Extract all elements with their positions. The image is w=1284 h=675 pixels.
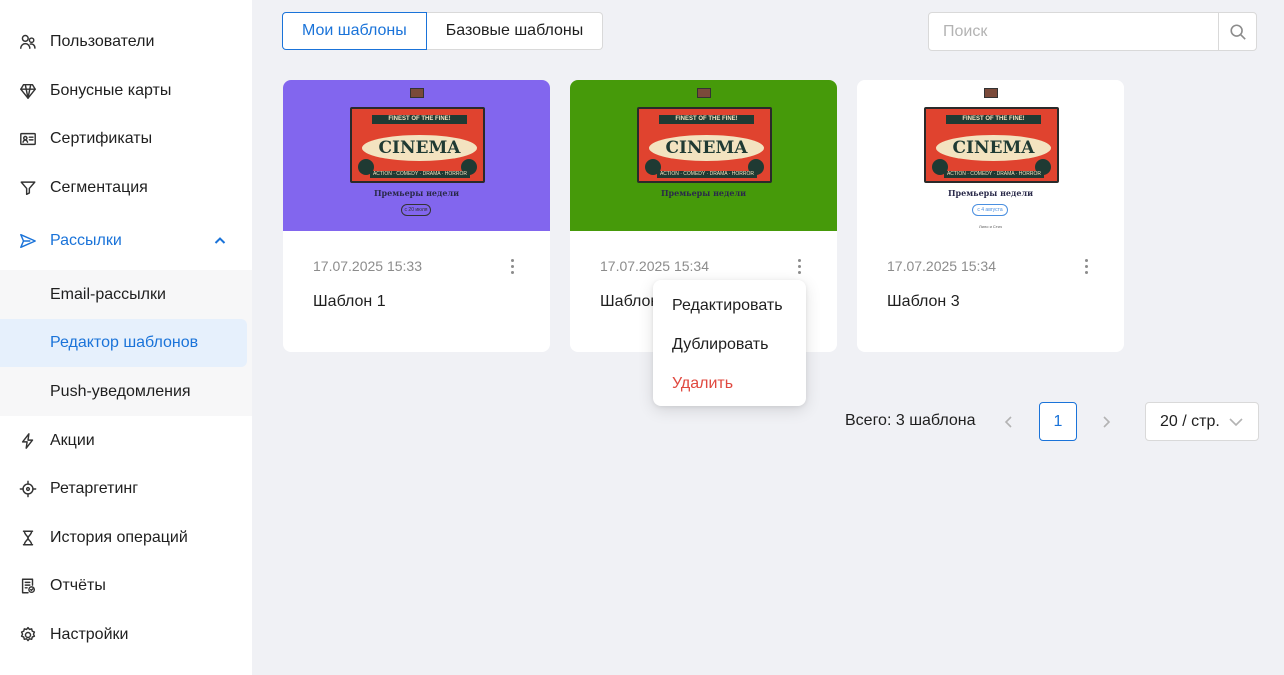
sidebar-subitem-push-notifications[interactable]: Push-уведомления (0, 368, 252, 416)
chevron-right-icon (1103, 416, 1111, 428)
search-box (928, 12, 1257, 51)
preview-headline: Премьеры недели (660, 188, 747, 198)
card-context-menu: Редактировать Дублировать Удалить (653, 280, 806, 406)
search-icon (1229, 23, 1246, 40)
preview-headline: Премьеры недели (373, 188, 460, 198)
preview-logo (984, 88, 998, 98)
sidebar-subitem-email-mailings[interactable]: Email-рассылки (0, 271, 252, 319)
more-vertical-icon[interactable] (1079, 256, 1093, 276)
card-title: Шаблон 3 (887, 293, 960, 310)
sidebar-item-history[interactable]: История операций (0, 516, 252, 560)
page-size-value: 20 / стр. (1160, 412, 1220, 430)
pagination-total: Всего: 3 шаблона (845, 412, 976, 429)
sidebar-item-label: Настройки (50, 626, 129, 643)
sidebar-item-retargeting[interactable]: Ретаргетинг (0, 467, 252, 511)
sidebar-item-label: Ретаргетинг (50, 480, 139, 497)
search-input[interactable] (929, 13, 1218, 50)
sidebar-subitem-label: Email-рассылки (50, 286, 166, 303)
cinema-poster: FINEST OF THE FINE! CINEMA ACTION · COME… (924, 107, 1059, 183)
preview-footer: Лило и Стич (979, 224, 1002, 229)
sidebar-item-label: Бонусные карты (50, 82, 172, 99)
sidebar-subitem-template-editor[interactable]: Редактор шаблонов (0, 319, 247, 367)
search-button[interactable] (1218, 13, 1256, 50)
template-preview: FINEST OF THE FINE! CINEMA ACTION · COME… (857, 80, 1124, 231)
report-icon (18, 576, 38, 596)
card-date: 17.07.2025 15:33 (313, 258, 422, 274)
diamond-icon (18, 81, 38, 101)
preview-logo (410, 88, 424, 98)
sidebar-item-settings[interactable]: Настройки (0, 613, 252, 657)
poster-cinema: CINEMA (936, 135, 1051, 161)
lightning-icon (18, 431, 38, 451)
sidebar-item-users[interactable]: Пользователи (0, 20, 252, 64)
tab-base-templates[interactable]: Базовые шаблоны (426, 12, 604, 50)
menu-item-delete[interactable]: Удалить (672, 375, 733, 393)
poster-cinema-text: CINEMA (378, 138, 461, 158)
template-card[interactable]: FINEST OF THE FINE! CINEMA ACTION · COME… (857, 80, 1124, 352)
poster-cinema: CINEMA (362, 135, 477, 161)
template-preview: FINEST OF THE FINE! CINEMA ACTION · COME… (283, 80, 550, 231)
sidebar-item-segmentation[interactable]: Сегментация (0, 166, 252, 210)
sidebar-item-label: Отчёты (50, 577, 106, 594)
sidebar-item-label: Акции (50, 432, 95, 449)
poster-cinema: CINEMA (649, 135, 764, 161)
poster-strip: ACTION · COMEDY · DRAMA · HORROR (657, 171, 757, 178)
page-1-button[interactable]: 1 (1039, 402, 1077, 441)
card-date: 17.07.2025 15:34 (887, 258, 996, 274)
template-card[interactable]: FINEST OF THE FINE! CINEMA ACTION · COME… (283, 80, 550, 352)
sidebar-item-label: История операций (50, 529, 188, 546)
sidebar-item-label: Сегментация (50, 179, 148, 196)
preview-pill: с 20 июля (401, 204, 431, 216)
next-page-button[interactable] (1098, 413, 1114, 431)
poster-strip: ACTION · COMEDY · DRAMA · HORROR (370, 171, 470, 178)
sidebar-subitem-label: Редактор шаблонов (50, 334, 199, 351)
poster-band: FINEST OF THE FINE! (946, 115, 1041, 124)
menu-item-edit[interactable]: Редактировать (672, 297, 783, 315)
chevron-down-icon (1228, 415, 1244, 429)
chevron-up-icon[interactable] (212, 233, 228, 249)
card-title: Шаблон 1 (313, 293, 386, 310)
more-vertical-icon[interactable] (505, 256, 519, 276)
sidebar-item-label: Сертификаты (50, 130, 153, 147)
preview-pill: с 4 августа (972, 204, 1008, 216)
users-icon (18, 32, 38, 52)
sidebar-item-label: Рассылки (50, 232, 122, 249)
template-preview: FINEST OF THE FINE! CINEMA ACTION · COME… (570, 80, 837, 231)
id-card-icon (18, 129, 38, 149)
poster-cinema-text: CINEMA (952, 138, 1035, 158)
poster-band: FINEST OF THE FINE! (372, 115, 467, 124)
preview-headline: Премьеры недели (947, 188, 1034, 198)
sidebar-item-certificates[interactable]: Сертификаты (0, 117, 252, 161)
sidebar-item-reports[interactable]: Отчёты (0, 564, 252, 608)
filter-icon (18, 178, 38, 198)
send-icon (18, 231, 38, 251)
template-tabs: Мои шаблоны Базовые шаблоны (282, 12, 604, 50)
poster-band: FINEST OF THE FINE! (659, 115, 754, 124)
poster-strip: ACTION · COMEDY · DRAMA · HORROR (944, 171, 1044, 178)
page-size-select[interactable]: 20 / стр. (1145, 402, 1259, 441)
hourglass-icon (18, 528, 38, 548)
cinema-poster: FINEST OF THE FINE! CINEMA ACTION · COME… (350, 107, 485, 183)
sidebar-subitem-label: Push-уведомления (50, 383, 191, 400)
gear-icon (18, 625, 38, 645)
card-date: 17.07.2025 15:34 (600, 258, 709, 274)
poster-cinema-text: CINEMA (665, 138, 748, 158)
cinema-poster: FINEST OF THE FINE! CINEMA ACTION · COME… (637, 107, 772, 183)
sidebar-item-promotions[interactable]: Акции (0, 419, 252, 463)
preview-logo (697, 88, 711, 98)
sidebar: Пользователи Бонусные карты Сертификаты … (0, 0, 252, 675)
menu-item-duplicate[interactable]: Дублировать (672, 336, 768, 354)
target-icon (18, 479, 38, 499)
chevron-left-icon (1004, 416, 1012, 428)
sidebar-item-mailings[interactable]: Рассылки (0, 219, 252, 263)
more-vertical-icon[interactable] (792, 256, 806, 276)
sidebar-item-label: Пользователи (50, 33, 155, 50)
tab-my-templates[interactable]: Мои шаблоны (282, 12, 427, 50)
prev-page-button[interactable] (1001, 413, 1017, 431)
sidebar-item-bonus-cards[interactable]: Бонусные карты (0, 69, 252, 113)
